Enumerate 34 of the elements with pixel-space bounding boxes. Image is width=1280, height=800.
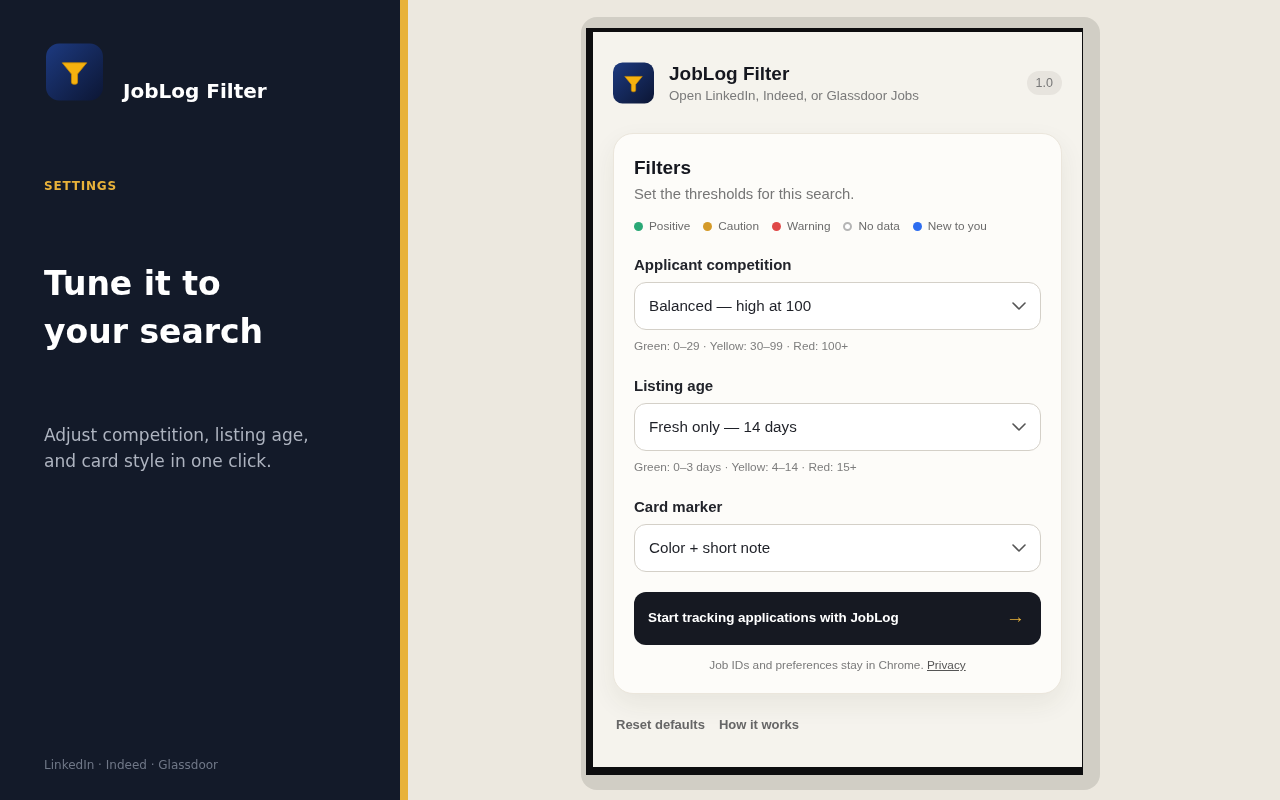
hint-text: Green: 0–3 days · Yellow: 4–14 · Red: 15+ — [634, 459, 858, 475]
card-title: Filters — [634, 156, 693, 180]
chevron-down-icon — [1012, 302, 1026, 310]
dropdown[interactable]: Color + short note — [634, 524, 1041, 572]
legend-label: Caution — [718, 218, 759, 234]
headline: Tune it to your search — [44, 263, 265, 353]
field-label: Listing age — [634, 376, 715, 396]
legend-label: No data — [858, 218, 900, 234]
section-label: SETTINGS — [44, 179, 117, 194]
field-label: Card marker — [634, 497, 724, 517]
popup-subtitle: Open LinkedIn, Indeed, or Glassdoor Jobs — [669, 87, 919, 105]
arrow-right-icon: → — [1006, 608, 1025, 625]
field-label: Applicant competition — [634, 255, 793, 275]
hint-text: Green: 0–29 · Yellow: 30–99 · Red: 100+ — [634, 338, 850, 354]
footnote-text: Job IDs and preferences stay in Chrome. Privacy — [708, 657, 967, 673]
funnel-icon — [46, 43, 103, 101]
chevron-down-icon — [1012, 544, 1026, 552]
version-tag: 1.0 — [1026, 71, 1062, 95]
legend-label: Warning — [787, 218, 831, 234]
platforms-text: LinkedIn · Indeed · Glassdoor — [44, 757, 219, 773]
app-name: JobLog Filter — [123, 79, 267, 103]
funnel-icon — [613, 62, 654, 104]
chevron-down-icon — [1012, 423, 1026, 431]
footer-link[interactable]: How it works — [718, 715, 800, 735]
dropdown[interactable]: Balanced — high at 100 — [634, 282, 1041, 330]
legend-label: Positive — [649, 218, 691, 234]
dropdown[interactable]: Fresh only — 14 days — [634, 403, 1041, 451]
legend-label: New to you — [927, 218, 987, 234]
footer-link[interactable]: Reset defaults — [616, 715, 705, 735]
privacy-link[interactable]: Privacy — [927, 658, 966, 672]
description-text: Adjust competition, listing age, and card style in one click. — [44, 424, 310, 473]
popup-title: JobLog Filter — [669, 62, 790, 86]
card-description: Set the thresholds for this search. — [634, 185, 856, 204]
start-tracking-button[interactable]: Start tracking applications with JobLog → — [634, 592, 1041, 645]
